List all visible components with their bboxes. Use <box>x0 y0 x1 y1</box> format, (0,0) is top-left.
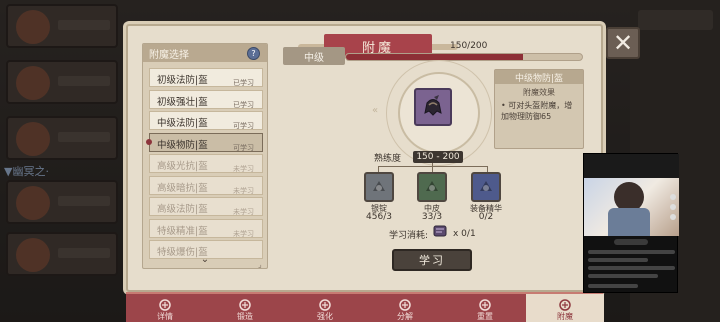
branch-line <box>432 163 433 172</box>
enchant-item-status: 已学习 <box>233 79 254 87</box>
scroll-down-icon[interactable]: ⌄ <box>199 255 211 265</box>
video-caption-line <box>588 274 658 278</box>
reset-icon <box>478 297 492 311</box>
enchant-list-item[interactable]: 初级强壮|盔 已学习 <box>149 89 263 109</box>
enchant-item-name: 中级物防|盔 <box>157 139 208 151</box>
cost-value: x 0/1 <box>453 229 476 239</box>
enchant-item-status: 可学习 <box>233 143 254 152</box>
tab-label: 锻造 <box>237 312 253 321</box>
tab-details[interactable]: 详情 <box>126 294 204 322</box>
video-caption-line <box>588 266 675 270</box>
tab-label: 强化 <box>317 312 333 321</box>
enchant-item-name: 初级强壮|盔 <box>157 96 208 108</box>
enchant-list-item[interactable]: 中级物防|盔 可学习 <box>146 132 263 152</box>
video-caption-line <box>588 250 675 254</box>
enchant-item-status: 未学习 <box>233 186 254 195</box>
scroll-icon <box>431 222 449 240</box>
enchant-item-status: 可学习 <box>233 122 254 130</box>
tab-enhance[interactable]: 强化 <box>286 294 364 322</box>
proficiency-value: 150 - 200 <box>413 151 463 163</box>
enchant-item-name: 高级暗抗|盔 <box>157 182 208 194</box>
tab-label: 分解 <box>397 312 413 321</box>
enchant-item-name: 高级法防|盔 <box>157 204 208 215</box>
comment-icon[interactable] <box>670 204 676 210</box>
helmet-icon[interactable] <box>414 88 452 126</box>
enhance-icon <box>318 297 332 311</box>
video-badge <box>614 239 648 245</box>
leather-icon[interactable] <box>417 172 447 202</box>
video-header <box>584 154 679 178</box>
tab-decompose[interactable]: 分解 <box>366 294 444 322</box>
enchant-item-status: 未学习 <box>233 208 254 216</box>
enchant-list-item[interactable]: 中级法防|盔 可学习 <box>149 111 263 130</box>
progress-bar <box>345 53 583 61</box>
enchant-item-name: 中级法防|盔 <box>157 118 208 129</box>
effect-subtitle: 附魔效果 <box>523 88 555 97</box>
tab-forge[interactable]: 锻造 <box>206 294 284 322</box>
learn-button[interactable]: 学习 <box>392 249 472 271</box>
enchant-list-item[interactable]: 特级精准|盔 未学习 <box>149 218 263 238</box>
enchant-icon <box>558 297 572 311</box>
ingot-icon[interactable] <box>364 172 394 202</box>
effect-title: 中级物防|盔 <box>495 70 583 84</box>
enchant-item-status: 未学习 <box>233 165 254 173</box>
branch-line <box>378 166 488 167</box>
tab-label: 附魔 <box>557 312 573 321</box>
video-thumbnail[interactable] <box>584 178 679 236</box>
help-icon[interactable]: ? <box>247 47 260 60</box>
material-count: 0/2 <box>478 212 494 222</box>
enchant-item-status: 未学习 <box>233 229 254 238</box>
enchant-list-item[interactable]: 高级暗抗|盔 未学习 <box>149 175 263 195</box>
details-icon <box>158 297 172 311</box>
enchant-list-panel: 附魔选择 ? 初级法防|盔 已学习 初级强壮|盔 已学习 中级法防|盔 可学习 中级物防|盔… <box>142 43 268 269</box>
corner-mark-icon: ⌟ <box>258 260 262 269</box>
decompose-icon <box>398 297 412 311</box>
video-overlay[interactable] <box>583 153 679 293</box>
enchant-list-item[interactable]: 高级法防|盔 未学习 <box>149 197 263 216</box>
forge-icon <box>238 297 252 311</box>
progress-text: 150/200 <box>450 41 488 51</box>
tab-label: 详情 <box>157 312 173 321</box>
progress-fill <box>346 54 523 60</box>
cost-label: 学习消耗: <box>389 231 429 241</box>
video-caption-line <box>588 284 638 288</box>
essence-icon[interactable] <box>471 172 501 202</box>
level-tag: 中级 <box>283 47 345 65</box>
tab-enchant[interactable]: 附魔 <box>526 294 604 322</box>
close-button[interactable]: ✕ <box>606 27 640 59</box>
video-caption-line <box>588 258 648 262</box>
effect-description: • 可对头盔附魔，增加物理防御65 <box>501 101 573 121</box>
enchant-list-item[interactable]: 高级光抗|盔 未学习 <box>149 154 263 173</box>
enchant-item-name: 初级法防|盔 <box>157 75 208 86</box>
bottom-tabbar: 详情 锻造 强化 分解 重置 附魔 <box>126 292 604 322</box>
enchant-item-name: 高级光抗|盔 <box>157 161 208 172</box>
tab-reset[interactable]: 重置 <box>446 294 524 322</box>
share-icon[interactable] <box>670 214 676 220</box>
effect-card: 中级物防|盔 附魔效果 • 可对头盔附魔，增加物理防御65 <box>494 69 584 149</box>
proficiency-label: 熟练度 <box>374 154 402 164</box>
deco-left-icon: « <box>372 105 379 116</box>
enchant-item-name: 特级精准|盔 <box>157 225 208 237</box>
enchant-list-item[interactable]: 初级法防|盔 已学习 <box>149 68 263 87</box>
tab-label: 重置 <box>477 312 493 321</box>
enchant-item-status: 已学习 <box>233 100 254 109</box>
material-count: 33/3 <box>421 212 443 222</box>
like-icon[interactable] <box>670 194 676 200</box>
material-count: 456/3 <box>366 212 392 222</box>
